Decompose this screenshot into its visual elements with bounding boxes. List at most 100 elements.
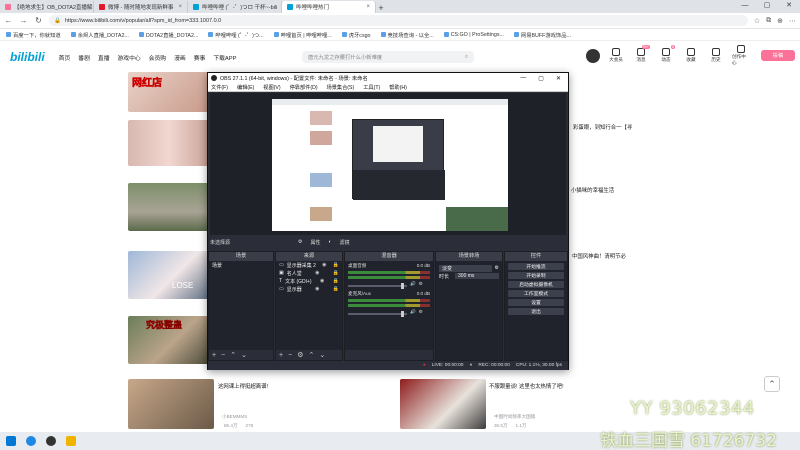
menu-item-docks[interactable]: 停靠部件(D) [290, 84, 318, 91]
speaker-icon[interactable]: 🔊 [410, 309, 416, 315]
forward-arrow-icon[interactable]: → [19, 16, 28, 25]
exit-button[interactable]: 退出 [508, 308, 564, 315]
eye-icon[interactable]: ◉ [322, 262, 326, 268]
speaker-icon[interactable]: 🔊 [410, 281, 416, 287]
menu-item-scene-collection[interactable]: 场景集合(S) [327, 84, 355, 91]
video-thumbnail[interactable]: 究极整蛊 [128, 316, 210, 364]
nav-creator[interactable]: 创作中心 [732, 45, 750, 66]
avatar[interactable] [586, 48, 600, 63]
minimize-button[interactable]: — [520, 75, 526, 82]
gear-icon[interactable]: ⚙ [298, 239, 302, 245]
chevron-down-icon[interactable]: ⌄ [241, 351, 247, 359]
bookmark-item[interactable]: 网易BUFF游戏饰品... [513, 31, 571, 39]
studio-mode-button[interactable]: 工作室模式 [508, 290, 564, 297]
video-thumbnail[interactable] [400, 379, 486, 429]
eye-icon[interactable]: ◉ [320, 278, 324, 284]
uploader-name[interactable]: 小BEMMMS [222, 414, 247, 420]
volume-slider[interactable] [348, 310, 408, 317]
volume-slider[interactable] [348, 282, 408, 289]
start-menu-icon[interactable] [6, 436, 16, 446]
bookmark-item[interactable]: 余烬人直播_DOTA2... [70, 31, 129, 39]
close-icon[interactable]: × [178, 4, 182, 10]
gear-icon[interactable]: ⚙ [419, 281, 423, 287]
bookmark-item[interactable]: 竞技场查询 - 以全... [380, 31, 434, 39]
duration-input[interactable]: 300 ms [455, 273, 499, 279]
remove-icon[interactable]: − [221, 352, 225, 359]
close-icon[interactable]: × [366, 4, 370, 10]
video-thumbnail[interactable] [128, 120, 210, 166]
maximize-button[interactable]: ▢ [756, 0, 778, 12]
slider-handle[interactable] [401, 310, 405, 317]
nav-dynamic[interactable]: 8 动态 [657, 45, 675, 63]
star-icon[interactable]: ☆ [754, 17, 760, 25]
video-thumbnail[interactable] [128, 183, 210, 231]
bookmark-item[interactable]: 哔哩哔哩 (゜-゜)つ... [208, 31, 264, 39]
bookmark-item[interactable]: 虎牙csgo [341, 31, 371, 39]
menu-item-view[interactable]: 视图(V) [263, 84, 280, 91]
search-icon[interactable]: ⌕ [465, 54, 468, 61]
menu-item-help[interactable]: 帮助(H) [389, 84, 407, 91]
eye-icon[interactable]: ◉ [315, 270, 319, 276]
scene-item[interactable]: 场景 [209, 261, 273, 269]
site-logo[interactable]: bilibili [10, 50, 45, 64]
video-thumbnail[interactable]: LOSE [128, 251, 210, 299]
browser-tab[interactable]: 【绝地求生】OB_DOTA2直播解说短视× [0, 1, 94, 13]
nav-item-home[interactable]: 首页 [59, 53, 71, 62]
start-recording-button[interactable]: 开始录制 [508, 272, 564, 279]
virtual-camera-button[interactable]: 启动虚拟摄像机 [508, 281, 564, 288]
source-item[interactable]: ▭ 显示器采集 2 ◉ 🔒 [276, 261, 342, 269]
nav-item-events[interactable]: 赛事 [194, 53, 206, 62]
nav-history[interactable]: 历史 [707, 48, 725, 63]
add-icon[interactable]: + [212, 352, 216, 359]
eye-icon[interactable]: ◉ [315, 286, 319, 292]
nav-favorites[interactable]: 收藏 [682, 48, 700, 63]
source-item[interactable]: T 文本 (GDI+) ◉ 🔒 [276, 277, 342, 285]
lock-icon[interactable]: 🔒 [333, 270, 339, 276]
source-item[interactable]: ▭ 显示器 ◉ 🔒 [276, 285, 342, 293]
more-menu-icon[interactable]: ⋯ [789, 17, 796, 25]
lock-icon[interactable]: 🔒 [333, 278, 339, 284]
settings-button[interactable]: 设置 [508, 299, 564, 306]
video-thumbnail[interactable] [128, 379, 214, 429]
lock-icon[interactable]: 🔒 [333, 286, 339, 292]
source-item[interactable]: ▣ 名人堂 ◉ 🔒 [276, 269, 342, 277]
nav-item-mall[interactable]: 会员购 [149, 53, 166, 62]
collections-icon[interactable]: ⊕ [777, 17, 783, 25]
file-explorer-icon[interactable] [66, 436, 76, 446]
video-title[interactable]: 小猫咪的幸福生活 [571, 186, 614, 194]
video-title[interactable]: 这网课上得挺超离谱! [218, 382, 268, 390]
bookmark-item[interactable]: DOTA2直播_DOTA2... [138, 31, 198, 39]
start-streaming-button[interactable]: 开始推流 [508, 263, 564, 270]
video-title[interactable]: 中国风神曲！清明节必 [572, 252, 626, 260]
add-icon[interactable]: + [279, 352, 283, 359]
chevron-down-icon[interactable]: ⌄ [319, 351, 325, 359]
back-arrow-icon[interactable]: ← [4, 16, 13, 25]
nav-item-manga[interactable]: 漫画 [174, 53, 186, 62]
nav-vip[interactable]: 大会员 [607, 48, 625, 63]
obs-preview[interactable] [210, 93, 566, 235]
search-input[interactable]: 唐元九龙之存腰打什么小新难度 ⌕ [302, 51, 474, 63]
chevron-up-icon[interactable]: ⌃ [230, 351, 236, 359]
bookmark-item[interactable]: 百度一下，你就知道 [6, 31, 61, 39]
bookmark-item[interactable]: CS:GO | ProSettings... [443, 32, 504, 38]
menu-item-file[interactable]: 文件(F) [211, 84, 228, 91]
edge-browser-icon[interactable] [26, 436, 36, 446]
url-field[interactable]: 🔒 https://www.bilibili.com/v/popular/all?… [49, 15, 748, 26]
nav-item-gamecenter[interactable]: 游戏中心 [118, 53, 141, 62]
gear-icon[interactable]: ⚙ [419, 309, 423, 315]
nav-item-live[interactable]: 直播 [98, 53, 110, 62]
nav-item-download[interactable]: 下载APP [213, 53, 236, 62]
minimize-button[interactable]: — [734, 0, 756, 12]
properties-button[interactable]: 属性 [311, 239, 321, 246]
browser-tab[interactable]: 哔哩哔哩 (゜-゜)つロ 干杯~-bili× [188, 1, 282, 13]
filters-button[interactable]: 滤镜 [340, 239, 350, 246]
close-window-button[interactable]: ✕ [556, 75, 561, 82]
gear-icon[interactable]: ⚙ [495, 265, 499, 271]
menu-item-edit[interactable]: 编辑(E) [237, 84, 254, 91]
close-window-button[interactable]: ✕ [778, 0, 800, 12]
nav-item-anime[interactable]: 番剧 [78, 53, 90, 62]
upload-button[interactable]: 投稿 [761, 50, 795, 61]
remove-icon[interactable]: − [288, 352, 292, 359]
slider-handle[interactable] [401, 282, 405, 289]
uploader-name[interactable]: 中国时尚频率大国猿 [494, 414, 535, 420]
